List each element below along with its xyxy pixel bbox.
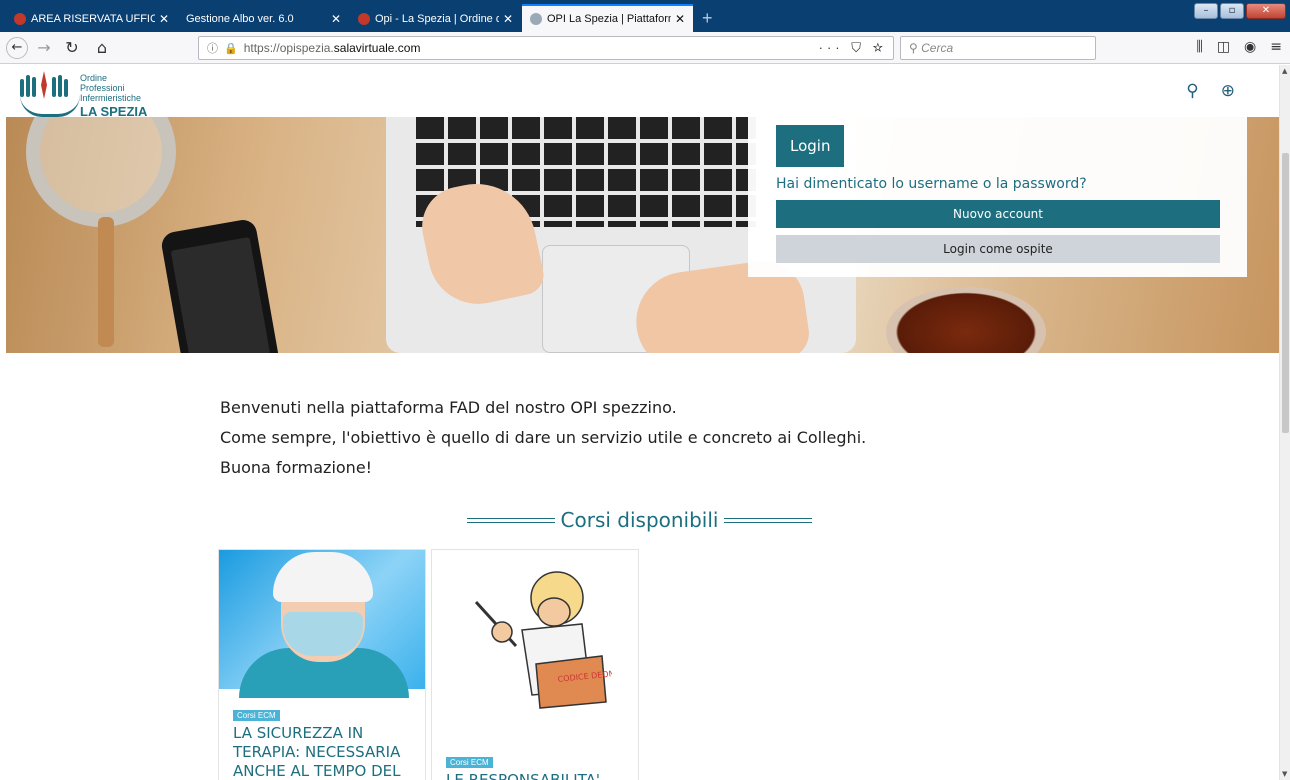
category-badge[interactable]: Corsi ECM [233, 710, 280, 721]
hero-banner: Login Hai dimenticato lo username o la p… [6, 117, 1279, 353]
back-arrow-icon[interactable]: ← [6, 36, 28, 59]
phone-image [159, 217, 281, 353]
course-title[interactable]: LE RESPONSABILITA' [446, 771, 631, 780]
info-icon[interactable]: ⓘ [207, 40, 218, 56]
site-favicon-icon [14, 13, 26, 25]
site-favicon-icon [358, 13, 370, 25]
new-tab-button[interactable]: + [694, 6, 721, 32]
page-viewport: Ordine Professioni Infermieristiche LA S… [0, 65, 1290, 780]
logo-arc [20, 95, 80, 117]
welcome-line: Benvenuti nella piattaforma FAD del nost… [220, 398, 677, 417]
browser-tab-bar: AREA RISERVATA UFFICI - fnopi ✕ Gestione… [0, 0, 1290, 32]
tea-cup-image [886, 287, 1046, 353]
extension-icon[interactable]: ◉ [1244, 39, 1256, 55]
forgot-password-link[interactable]: Hai dimenticato lo username o la passwor… [776, 176, 1087, 192]
category-badge[interactable]: Corsi ECM [446, 757, 493, 768]
scrollbar-thumb[interactable] [1282, 153, 1289, 433]
course-card[interactable]: Corsi ECM LA SICUREZZA IN TERAPIA: NECES… [218, 549, 426, 780]
course-image-cartoon[interactable]: CODICE DEONTOLOGICO [432, 550, 638, 720]
sidebar-icon[interactable]: ◫ [1217, 39, 1230, 55]
window-controls: – ▫ ✕ [1194, 3, 1286, 19]
browser-toolbar: ← → ↻ ⌂ ⓘ 🔒 https://opispezia. salavirtua… [0, 32, 1290, 64]
maximize-button[interactable]: ▫ [1220, 3, 1244, 19]
lock-icon[interactable]: 🔒 [224, 42, 238, 55]
scroll-up-icon[interactable]: ▲ [1282, 67, 1287, 75]
language-globe-icon[interactable]: ⊕ [1221, 81, 1235, 101]
course-image-nurse[interactable] [219, 550, 425, 698]
login-heading: Login [776, 125, 845, 167]
search-placeholder: Cerca [921, 41, 954, 55]
page-scrollbar[interactable]: ▲ ▼ [1279, 65, 1290, 780]
close-tab-icon[interactable]: ✕ [675, 12, 685, 26]
header-icons: ⚲ ⊕ [1186, 81, 1235, 101]
site-header: Ordine Professioni Infermieristiche LA S… [0, 65, 1279, 119]
login-panel: Login Hai dimenticato lo username o la p… [748, 117, 1247, 277]
minimize-button[interactable]: – [1194, 3, 1218, 19]
course-card[interactable]: CODICE DEONTOLOGICO Corsi ECM LE RESPONS… [431, 549, 639, 780]
url-domain: salavirtuale.com [333, 41, 421, 55]
courses-section-title: Corsi disponibili [0, 508, 1279, 532]
menu-icon[interactable]: ≡ [1270, 39, 1282, 55]
tab-title: Opi - La Spezia | Ordine delle pr [375, 13, 499, 25]
library-icon[interactable]: ⫼ [1196, 39, 1202, 55]
home-icon[interactable]: ⌂ [90, 38, 114, 57]
section-heading: Corsi disponibili [560, 508, 719, 532]
magnifier-handle [98, 217, 114, 347]
close-tab-icon[interactable]: ✕ [503, 12, 513, 26]
cartoon-nurse-icon: CODICE DEONTOLOGICO [474, 571, 612, 709]
site-favicon-icon [530, 13, 542, 25]
page-actions-icons[interactable]: ··· ⛉ ☆ [819, 40, 887, 56]
browser-right-tools: ⫼ ◫ ◉ ≡ [1196, 39, 1282, 55]
search-icon: ⚲ [909, 41, 922, 55]
opi-logo[interactable]: Ordine Professioni Infermieristiche LA S… [18, 67, 148, 119]
title-rule [466, 517, 555, 523]
browser-tab-active[interactable]: OPI La Spezia | Piattaforma FaD ✕ [522, 4, 693, 32]
logo-text: Ordine Professioni Infermieristiche [80, 73, 142, 103]
scroll-down-icon[interactable]: ▼ [1282, 770, 1287, 778]
close-tab-icon[interactable]: ✕ [159, 12, 169, 26]
tab-title: OPI La Spezia | Piattaforma FaD [547, 13, 671, 25]
browser-tab[interactable]: Opi - La Spezia | Ordine delle pr ✕ [350, 6, 521, 32]
browser-tab[interactable]: Gestione Albo ver. 6.0 ✕ [178, 6, 349, 32]
forward-arrow-icon[interactable]: → [32, 38, 56, 57]
tab-title: AREA RISERVATA UFFICI - fnopi [31, 13, 155, 25]
title-rule [724, 517, 813, 523]
browser-tab[interactable]: AREA RISERVATA UFFICI - fnopi ✕ [6, 6, 177, 32]
tab-title: Gestione Albo ver. 6.0 [186, 13, 294, 25]
reload-icon[interactable]: ↻ [60, 38, 84, 57]
welcome-line: Buona formazione! [220, 458, 373, 477]
browser-search-input[interactable]: ⚲ Cerca [900, 36, 1096, 60]
window-close-button[interactable]: ✕ [1246, 3, 1286, 19]
address-bar[interactable]: ⓘ 🔒 https://opispezia. salavirtuale.com ·… [198, 36, 894, 60]
welcome-text: Benvenuti nella piattaforma FAD del nost… [220, 393, 866, 483]
close-tab-icon[interactable]: ✕ [331, 12, 341, 26]
welcome-line: Come sempre, l'obiettivo è quello di dar… [220, 428, 867, 447]
course-title[interactable]: LA SICUREZZA IN TERAPIA: NECESSARIA ANCH… [233, 724, 418, 780]
url-prefix: https://opispezia. [243, 41, 334, 55]
search-icon[interactable]: ⚲ [1186, 81, 1198, 101]
guest-login-button[interactable]: Login come ospite [776, 235, 1220, 263]
new-account-button[interactable]: Nuovo account [776, 200, 1220, 228]
magnifier-image [26, 117, 176, 227]
